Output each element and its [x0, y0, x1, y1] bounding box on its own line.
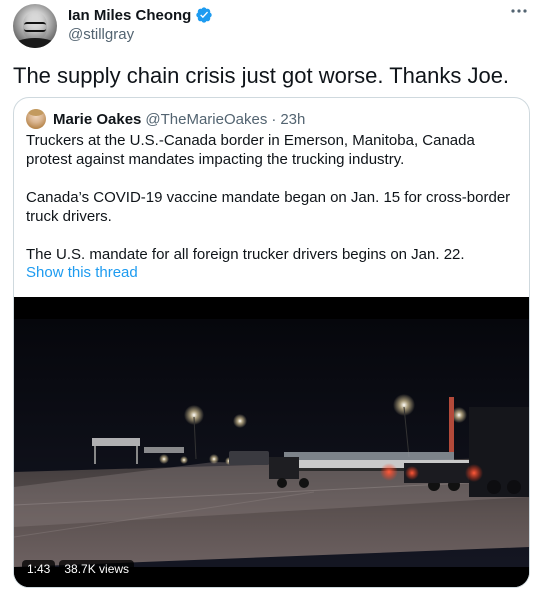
- author-avatar[interactable]: [13, 4, 57, 48]
- quoted-header: Marie Oakes @TheMarieOakes · 23h: [26, 109, 305, 129]
- quoted-tweet-card[interactable]: Marie Oakes @TheMarieOakes · 23h Trucker…: [13, 97, 530, 588]
- tweet: Ian Miles Cheong @stillgray The supply c…: [0, 0, 541, 600]
- video-meta: 1:43 38.7K views: [22, 560, 135, 578]
- video-player[interactable]: 1:43 38.7K views: [14, 297, 529, 587]
- quoted-author-name: Marie Oakes: [53, 110, 142, 128]
- quoted-paragraph: The U.S. mandate for all foreign trucker…: [26, 246, 465, 263]
- video-duration: 1:43: [22, 560, 56, 578]
- author-handle[interactable]: @stillgray: [68, 26, 134, 43]
- video-frame: [14, 297, 529, 587]
- verified-badge-icon: [196, 7, 213, 23]
- author-name-row: Ian Miles Cheong: [68, 6, 213, 24]
- tweet-text: The supply chain crisis just got worse. …: [13, 63, 510, 88]
- author-display-name[interactable]: Ian Miles Cheong: [68, 7, 191, 24]
- show-thread-link[interactable]: Show this thread: [26, 264, 138, 281]
- video-view-count: 38.7K views: [59, 560, 135, 578]
- quoted-timestamp: 23h: [280, 110, 306, 128]
- quoted-paragraph: Truckers at the U.S.-Canada border in Em…: [26, 132, 475, 168]
- quoted-separator: ·: [271, 110, 277, 128]
- quoted-author-avatar: [26, 109, 46, 129]
- more-horizontal-icon[interactable]: [509, 4, 529, 20]
- avatar-shoulders: [13, 38, 57, 48]
- quoted-paragraph: Canada’s COVID-19 vaccine mandate began …: [26, 189, 511, 225]
- avatar-glasses: [24, 22, 46, 32]
- quoted-body: Truckers at the U.S.-Canada border in Em…: [26, 131, 516, 264]
- quoted-author-handle: @TheMarieOakes: [145, 110, 268, 128]
